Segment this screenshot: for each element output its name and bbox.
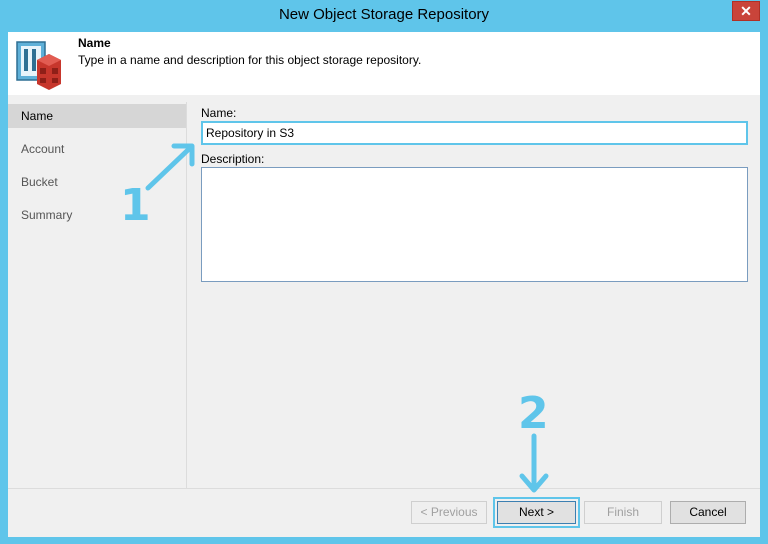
wizard-header: Name Type in a name and description for … [8,32,760,95]
description-field[interactable] [201,167,748,282]
next-button[interactable]: Next > [493,497,580,528]
step-description: Type in a name and description for this … [78,53,422,67]
nav-item-account[interactable]: Account [8,137,186,161]
previous-button[interactable]: < Previous [411,501,487,524]
step-content: Name: Repository in S3 Description: [187,95,760,488]
cancel-button[interactable]: Cancel [670,501,746,524]
nav-item-bucket[interactable]: Bucket [8,170,186,194]
finish-button[interactable]: Finish [584,501,662,524]
name-field[interactable]: Repository in S3 [201,121,748,145]
title-bar[interactable]: New Object Storage Repository ✕ [0,0,768,32]
nav-item-summary[interactable]: Summary [8,203,186,227]
nav-item-name[interactable]: Name [8,104,186,128]
close-button[interactable]: ✕ [732,1,760,21]
dialog-window: New Object Storage Repository ✕ Name Typ… [0,0,768,544]
name-label: Name: [201,106,237,120]
step-title: Name [78,36,111,50]
object-storage-icon [16,41,61,90]
dialog-client-area: Name Type in a name and description for … [8,32,760,537]
wizard-footer: < Previous Next > Finish Cancel [8,488,760,537]
description-label: Description: [201,152,265,166]
window-title: New Object Storage Repository [278,6,490,23]
close-icon: ✕ [740,3,752,19]
wizard-steps-nav: Name Account Bucket Summary [8,102,187,488]
